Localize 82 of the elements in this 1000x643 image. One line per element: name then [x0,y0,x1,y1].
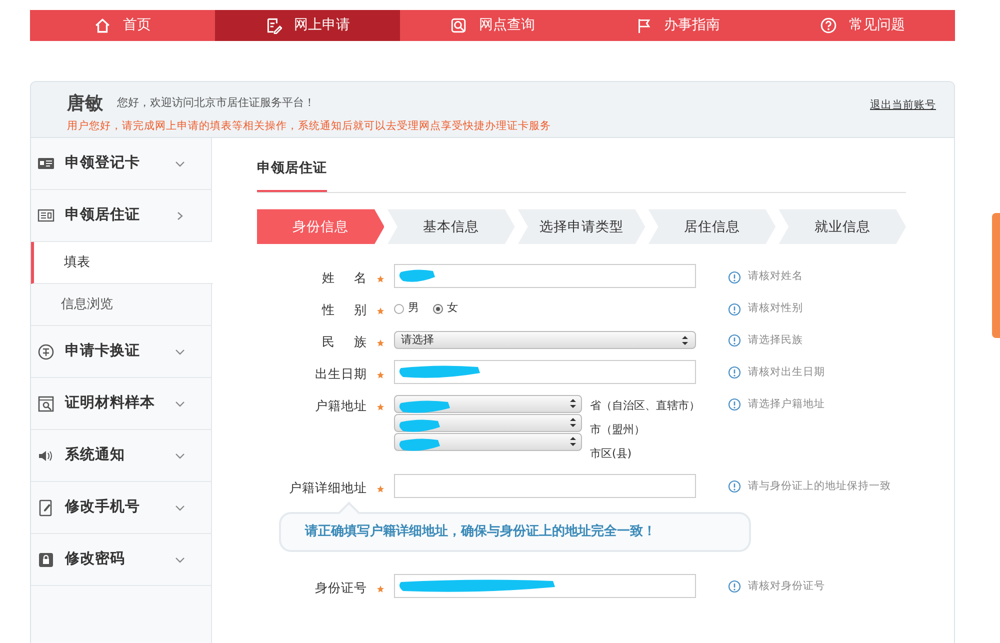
updown-icon [681,334,689,346]
step-tab[interactable]: 选择申请类型 [518,209,646,244]
chevron-icon [175,502,185,512]
address-suffix: 市（盟州） [590,422,646,438]
section-title: 申领居住证 [257,154,327,192]
radio-label: 女 [447,300,458,316]
radio-label: 男 [408,300,419,316]
sidebar-item[interactable]: 修改密码 [31,534,211,586]
exchange-icon [37,342,55,360]
lock-icon [37,550,55,568]
sidebar-subitem[interactable]: 信息浏览 [31,284,211,326]
step-tab[interactable]: 居住信息 [648,209,776,244]
chevron-icon [175,210,185,220]
address-suffix: 省（自治区、直辖市） [590,398,700,414]
sidebar-item[interactable]: 修改手机号 [31,482,211,534]
search-icon [450,17,467,34]
text-field[interactable] [394,264,696,288]
field-label: 户籍详细地址 [288,478,367,497]
chevron-icon [175,554,185,564]
step-tab[interactable]: 基本信息 [387,209,515,244]
hint-text: 请选择户籍地址 [748,396,825,412]
field-label: 性 别 [320,301,367,320]
info-icon [728,270,741,284]
field-label: 身份证号 [314,578,367,597]
sidebar-item[interactable]: 系统通知 [31,430,211,482]
address-suffix: 市区(县) [590,446,633,462]
hint-text: 请选择民族 [748,333,803,348]
hint-text: 请核对性别 [748,301,803,316]
updown-icon [569,436,577,448]
user-name: 唐敏 [67,92,103,116]
welcome-text: 您好，欢迎访问北京市居住证服务平台！ [117,95,315,112]
home-icon [94,17,111,34]
dropdown[interactable] [394,432,582,451]
text-field[interactable] [394,360,696,384]
info-icon [728,334,741,348]
dropdown[interactable] [394,394,582,413]
info-icon [728,480,741,494]
field-label: 民 族 [321,333,367,351]
id-card-icon [37,206,55,224]
sidebar-item[interactable]: 申请卡换证 [31,326,211,378]
document-search-icon [37,394,55,412]
nav-tab[interactable]: 网上申请 [215,10,400,41]
info-icon [728,580,741,594]
chevron-icon [175,450,185,460]
info-icon [728,366,741,380]
nav-tab[interactable]: 常见问题 [770,10,955,41]
hint-text: 请核对身份证号 [748,578,825,594]
radio-button[interactable] [433,304,443,314]
text-field[interactable] [394,574,696,598]
text-field[interactable] [394,474,696,498]
sidebar-subitem[interactable]: 填表 [31,242,213,284]
updown-icon [569,398,577,410]
step-tab[interactable]: 就业信息 [778,209,906,244]
field-label: 姓 名 [321,269,367,288]
nav-tab[interactable]: 首页 [30,10,215,41]
sidebar-item[interactable]: 申领登记卡 [31,138,211,190]
chevron-icon [175,346,185,356]
dropdown[interactable]: 请选择 [394,331,696,349]
edit-icon [265,17,282,34]
redaction-scribble [397,418,442,434]
hint-text: 请与身份证上的地址保持一致 [748,478,891,494]
dropdown[interactable] [394,414,582,432]
hint-text: 请核对出生日期 [748,364,825,380]
help-icon [820,17,837,34]
info-icon [728,302,741,316]
radio-button[interactable] [394,304,404,314]
updown-icon [569,417,577,428]
hint-text: 请核对姓名 [748,269,803,284]
chevron-icon [175,398,185,408]
redaction-scribble [397,398,452,415]
nav-tab[interactable]: 办事指南 [585,10,770,41]
redaction-scribble [397,436,442,453]
field-label: 户籍地址 [314,396,367,415]
tooltip-text: 请正确填写户籍详细地址，确保与身份证上的地址完全一致！ [305,522,656,541]
field-label: 出生日期 [314,364,367,383]
info-icon [728,398,741,412]
nav-tab[interactable]: 网点查询 [400,10,585,41]
notice-text: 用户您好，请完成网上申请的填表等相关操作，系统通知后就可以去受理网点享受快捷办理证卡服务 [67,119,551,134]
redaction-scribble [397,268,437,284]
logout-link[interactable]: 退出当前账号 [870,98,936,137]
chevron-icon [175,158,185,168]
sidebar-item[interactable]: 证明材料样本 [31,378,211,430]
